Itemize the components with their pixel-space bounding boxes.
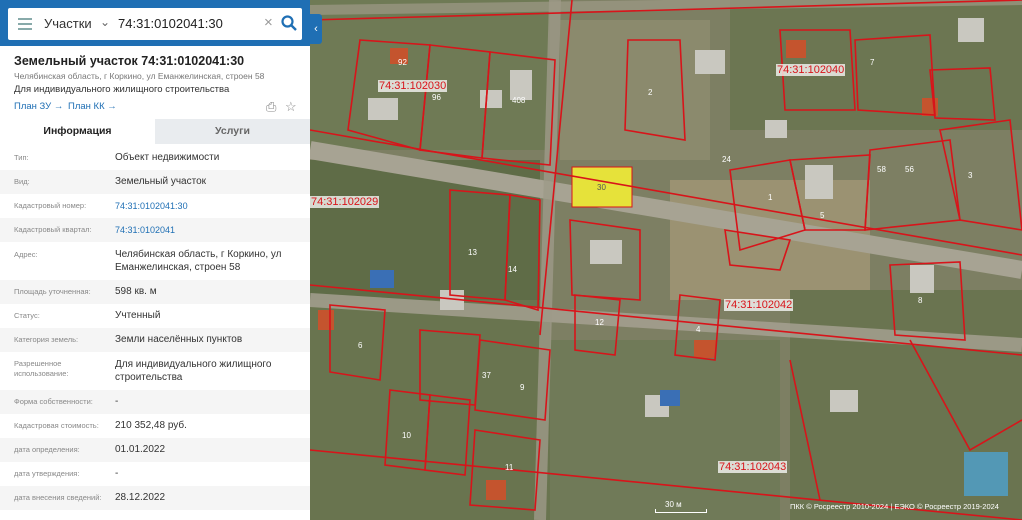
object-address: Челябинская область, г Коркино, ул Еманж… (14, 71, 265, 81)
scale-bar (655, 509, 707, 513)
plot-number: 56 (905, 165, 914, 174)
chevron-down-icon[interactable]: ⌄ (100, 15, 110, 29)
object-type-select[interactable]: Участки (44, 16, 92, 31)
field-label: Площадь уточненная: (14, 287, 91, 296)
map-badge-icon[interactable] (964, 452, 1008, 496)
field-row: Форма собственности: - (0, 390, 310, 414)
field-value: 210 352,48 руб. (115, 420, 187, 431)
search-icon[interactable] (280, 14, 298, 32)
quarter-label: 74:31:102040 (776, 64, 846, 76)
plot-number: 14 (508, 265, 517, 274)
plot-number: 1 (768, 193, 773, 202)
plot-number: 12 (595, 318, 604, 327)
plot-number: 408 (512, 96, 526, 105)
menu-icon[interactable] (18, 18, 32, 30)
plot-number: 96 (432, 93, 441, 102)
star-icon[interactable]: ☆ (285, 99, 297, 115)
plot-number: 58 (877, 165, 886, 174)
field-row: Адрес: Челябинская область, г Коркино, у… (0, 242, 310, 280)
field-value: Земельный участок (115, 176, 207, 187)
field-label: Тип: (14, 153, 29, 162)
plot-number: 92 (398, 58, 407, 67)
plot-number: 30 (597, 183, 606, 192)
print-icon[interactable]: ⎙ (266, 99, 276, 115)
search-box[interactable]: Участки ⌄ 74:31:0102041:30 × (8, 8, 302, 40)
plot-number: 7 (870, 58, 875, 67)
field-row: Кадастровый квартал: 74:31:0102041 (0, 218, 310, 242)
clear-icon[interactable]: × (264, 14, 273, 31)
field-label: Вид: (14, 177, 30, 186)
scale-label: 30 м (665, 500, 682, 509)
plan-zu-link[interactable]: План ЗУ → (14, 101, 63, 112)
field-value: Челябинская область, г Коркино, ул Еманж… (115, 249, 282, 273)
search-bar: Участки ⌄ 74:31:0102041:30 × (0, 0, 310, 46)
quarter-label: 74:31:102030 (378, 80, 448, 92)
map-copyright: ПКК © Росреестр 2010-2024 | ЕЭКО © Росре… (790, 502, 999, 511)
field-value: 28.12.2022 (115, 492, 166, 503)
cadastral-number-link[interactable]: 74:31:0102041:30 (115, 200, 300, 213)
plot-number: 6 (358, 341, 363, 350)
field-label: Разрешенное использование: (14, 359, 69, 378)
field-value: 01.01.2022 (115, 444, 166, 455)
plot-number: 13 (468, 248, 477, 257)
cadastral-map[interactable]: 30 2 1 12 13 14 6 8 9 37 11 4 3 7 5 10 2… (310, 0, 1022, 520)
quarter-label: 74:31:102043 (718, 461, 788, 473)
field-row: Вид: Земельный участок (0, 170, 310, 194)
plot-number: 9 (520, 383, 525, 392)
field-label: Адрес: (14, 250, 38, 259)
field-value: Объект недвижимости (115, 152, 220, 163)
tabs: Информация Услуги (0, 119, 310, 146)
tab-info[interactable]: Информация (0, 119, 155, 146)
plot-number: 5 (820, 211, 825, 220)
field-row: дата утверждения: - (0, 462, 310, 486)
field-row: Категория земель: Земли населённых пункт… (0, 328, 310, 352)
field-row: дата внесения сведений: 28.12.2022 (0, 486, 310, 510)
quarter-label: 74:31:102029 (310, 196, 380, 208)
field-value: Учтенный (115, 310, 161, 321)
plot-number: 10 (402, 431, 411, 440)
cadastral-quarter-link[interactable]: 74:31:0102041 (115, 224, 300, 237)
field-row: Площадь уточненная: 598 кв. м (0, 280, 310, 304)
plot-number: 8 (918, 296, 923, 305)
field-label: дата утверждения: (14, 469, 80, 478)
field-label: Кадастровый номер: (14, 201, 87, 210)
field-label: Кадастровая стоимость: (14, 421, 99, 430)
field-row: дата определения: 01.01.2022 (0, 438, 310, 462)
field-label: дата определения: (14, 445, 80, 454)
field-value: Земли населённых пунктов (115, 334, 243, 345)
collapse-panel-button[interactable]: ‹ (310, 14, 322, 44)
plot-number: 37 (482, 371, 491, 380)
quarter-label: 74:31:102042 (724, 299, 794, 311)
field-label: Форма собственности: (14, 397, 93, 406)
plot-number: 11 (505, 463, 514, 472)
plot-number: 24 (722, 155, 731, 164)
field-label: Кадастровый квартал: (14, 225, 92, 234)
map-canvas: 30 2 1 12 13 14 6 8 9 37 11 4 3 7 5 10 2… (310, 0, 1022, 520)
plan-kk-link[interactable]: План КК → (68, 101, 117, 112)
tab-services[interactable]: Услуги (155, 119, 310, 144)
plot-number: 3 (968, 171, 973, 180)
field-row: Тип: Объект недвижимости (0, 146, 310, 170)
object-usage: Для индивидуального жилищного строительс… (14, 84, 230, 95)
search-input[interactable]: 74:31:0102041:30 (118, 16, 223, 31)
field-value: - (115, 396, 119, 407)
field-row: Кадастровый номер: 74:31:0102041:30 (0, 194, 310, 218)
field-row: Разрешенное использование: Для индивидуа… (0, 352, 310, 390)
plot-number: 2 (648, 88, 653, 97)
info-panel: Участки ⌄ 74:31:0102041:30 × Земельный у… (0, 0, 310, 520)
field-row: Кадастровая стоимость: 210 352,48 руб. (0, 414, 310, 438)
field-value: - (115, 468, 119, 479)
plot-number: 4 (696, 325, 701, 334)
field-label: Категория земель: (14, 335, 79, 344)
field-row: Статус: Учтенный (0, 304, 310, 328)
field-label: Статус: (14, 311, 40, 320)
object-title: Земельный участок 74:31:0102041:30 (14, 54, 245, 68)
field-value: Для индивидуального жилищного строительс… (115, 359, 272, 383)
field-label: дата внесения сведений: (14, 493, 102, 502)
field-value: 598 кв. м (115, 286, 157, 297)
